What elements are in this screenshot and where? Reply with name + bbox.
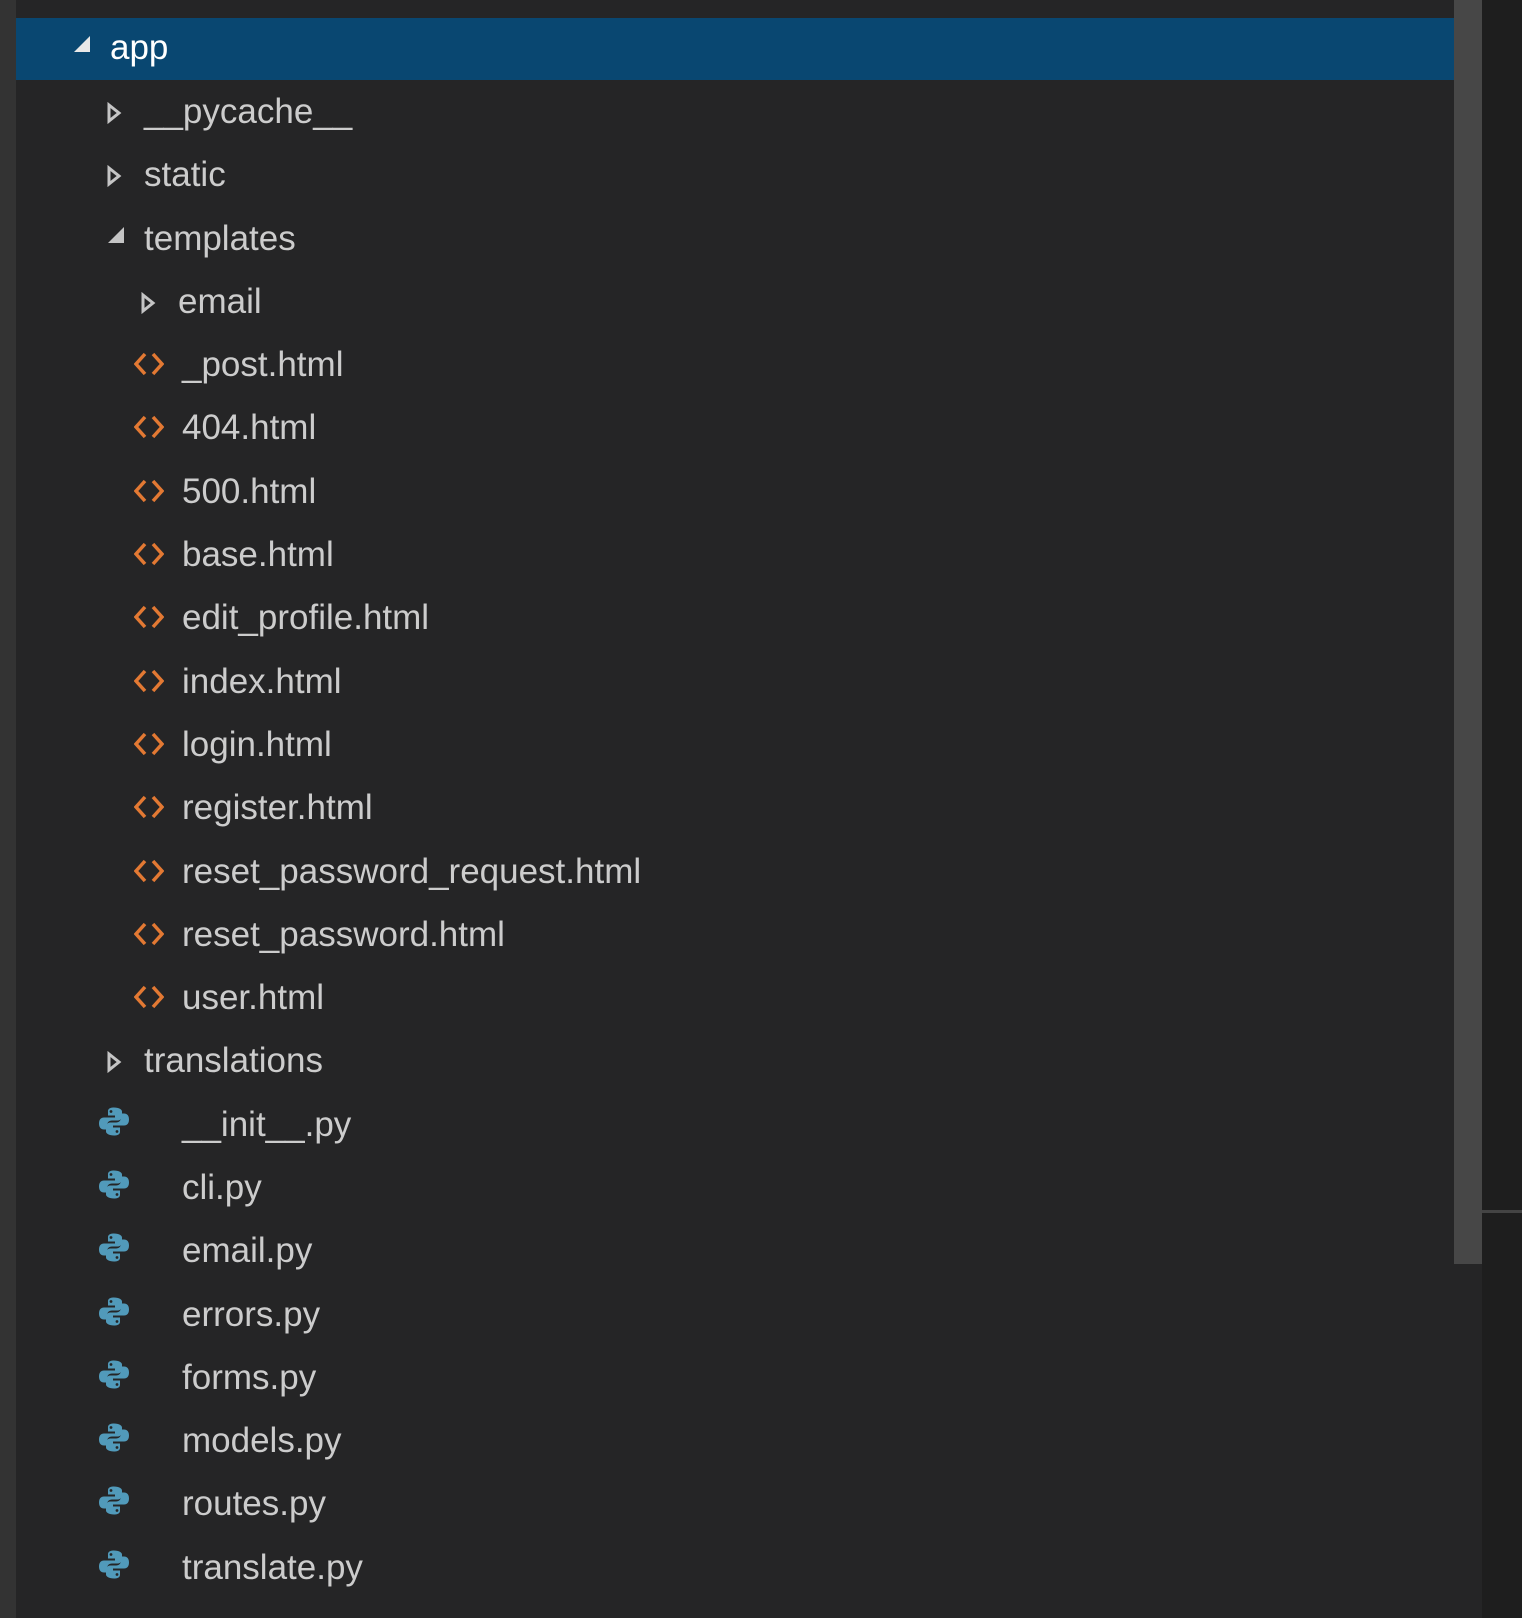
tree-item-label: __init__.py [182, 1104, 352, 1144]
tree-item-label: forms.py [182, 1358, 317, 1398]
python-file-icon [98, 1485, 130, 1526]
tree-file-post-html[interactable]: _post.html [16, 334, 1482, 397]
activity-bar-edge [0, 0, 16, 1618]
chevron-collapsed-icon[interactable] [106, 93, 122, 133]
tree-item-label: static [144, 155, 226, 195]
tree-item-label: index.html [182, 661, 342, 701]
tree-item-label: edit_profile.html [182, 598, 430, 638]
tree-file-register-html[interactable]: register.html [16, 778, 1482, 841]
html-file-icon [133, 726, 165, 766]
chevron-expanded-icon[interactable] [72, 23, 92, 63]
tree-file-login-html[interactable]: login.html [16, 714, 1482, 777]
file-explorer-tree: app __pycache__static templates email _post.… [16, 18, 1482, 1600]
tree-item-label: translate.py [182, 1547, 363, 1587]
tree-item-label: routes.py [182, 1484, 326, 1524]
tree-file-cli-py[interactable]: cli.py [16, 1157, 1482, 1220]
python-file-icon [98, 1358, 130, 1399]
html-file-icon [133, 789, 165, 829]
tree-folder-translations[interactable]: translations [16, 1031, 1482, 1094]
tree-item-label: translations [144, 1041, 323, 1081]
tree-file-errors-py[interactable]: errors.py [16, 1284, 1482, 1347]
chevron-expanded-icon[interactable] [106, 214, 126, 254]
html-file-icon [133, 536, 165, 576]
editor-edge [1482, 0, 1522, 1618]
tree-folder-pycache[interactable]: __pycache__ [16, 81, 1482, 144]
python-file-icon [98, 1422, 130, 1463]
tree-item-label: errors.py [182, 1294, 321, 1334]
tree-folder-app[interactable]: app [16, 18, 1482, 80]
tree-item-label: 500.html [182, 471, 317, 511]
html-file-icon [133, 473, 165, 513]
tree-file-404-html[interactable]: 404.html [16, 398, 1482, 461]
python-file-icon [98, 1232, 130, 1273]
tree-item-label: email.py [182, 1231, 313, 1271]
tree-folder-email[interactable]: email [16, 271, 1482, 334]
tree-folder-templates[interactable]: templates [16, 208, 1482, 271]
tree-item-label: reset_password_request.html [182, 851, 642, 891]
tree-file-index-html[interactable]: index.html [16, 651, 1482, 714]
tree-file-routes-py[interactable]: routes.py [16, 1474, 1482, 1537]
panel-divider [1482, 1210, 1522, 1213]
tree-item-label: __pycache__ [144, 92, 353, 132]
html-file-icon [133, 346, 165, 386]
tree-item-label: models.py [182, 1421, 342, 1461]
html-file-icon [133, 979, 165, 1019]
explorer-scrollbar[interactable] [1454, 0, 1482, 1264]
tree-item-label: reset_password.html [182, 914, 505, 954]
tree-file-reset-password-request-html[interactable]: reset_password_request.html [16, 841, 1482, 904]
chevron-collapsed-icon[interactable] [106, 1042, 122, 1082]
tree-file-email-py[interactable]: email.py [16, 1221, 1482, 1284]
tree-item-label: login.html [182, 725, 332, 765]
tree-file-base-html[interactable]: base.html [16, 524, 1482, 587]
python-file-icon [98, 1295, 130, 1336]
tree-item-label: 404.html [182, 408, 317, 448]
tree-file-reset-password-html[interactable]: reset_password.html [16, 904, 1482, 967]
html-file-icon [133, 853, 165, 893]
tree-item-label: _post.html [182, 345, 344, 385]
tree-item-label: cli.py [182, 1168, 262, 1208]
tree-item-label: email [178, 282, 262, 322]
html-file-icon [133, 409, 165, 449]
tree-item-label: app [110, 28, 169, 68]
python-file-icon [98, 1168, 130, 1209]
python-file-icon [98, 1105, 130, 1146]
python-file-icon [98, 1548, 130, 1589]
tree-item-label: register.html [182, 788, 373, 828]
tree-file-user-html[interactable]: user.html [16, 967, 1482, 1030]
tree-file-models-py[interactable]: models.py [16, 1411, 1482, 1474]
tree-folder-static[interactable]: static [16, 145, 1482, 208]
html-file-icon [133, 916, 165, 956]
html-file-icon [133, 599, 165, 639]
chevron-collapsed-icon[interactable] [140, 283, 156, 323]
tree-item-label: base.html [182, 535, 334, 575]
tree-file-init-py[interactable]: __init__.py [16, 1094, 1482, 1157]
tree-file-500-html[interactable]: 500.html [16, 461, 1482, 524]
chevron-collapsed-icon[interactable] [106, 156, 122, 196]
tree-file-forms-py[interactable]: forms.py [16, 1347, 1482, 1410]
tree-item-label: user.html [182, 978, 324, 1018]
html-file-icon [133, 663, 165, 703]
tree-item-label: templates [144, 218, 296, 258]
tree-file-translate-py[interactable]: translate.py [16, 1537, 1482, 1600]
tree-file-edit-profile-html[interactable]: edit_profile.html [16, 588, 1482, 651]
